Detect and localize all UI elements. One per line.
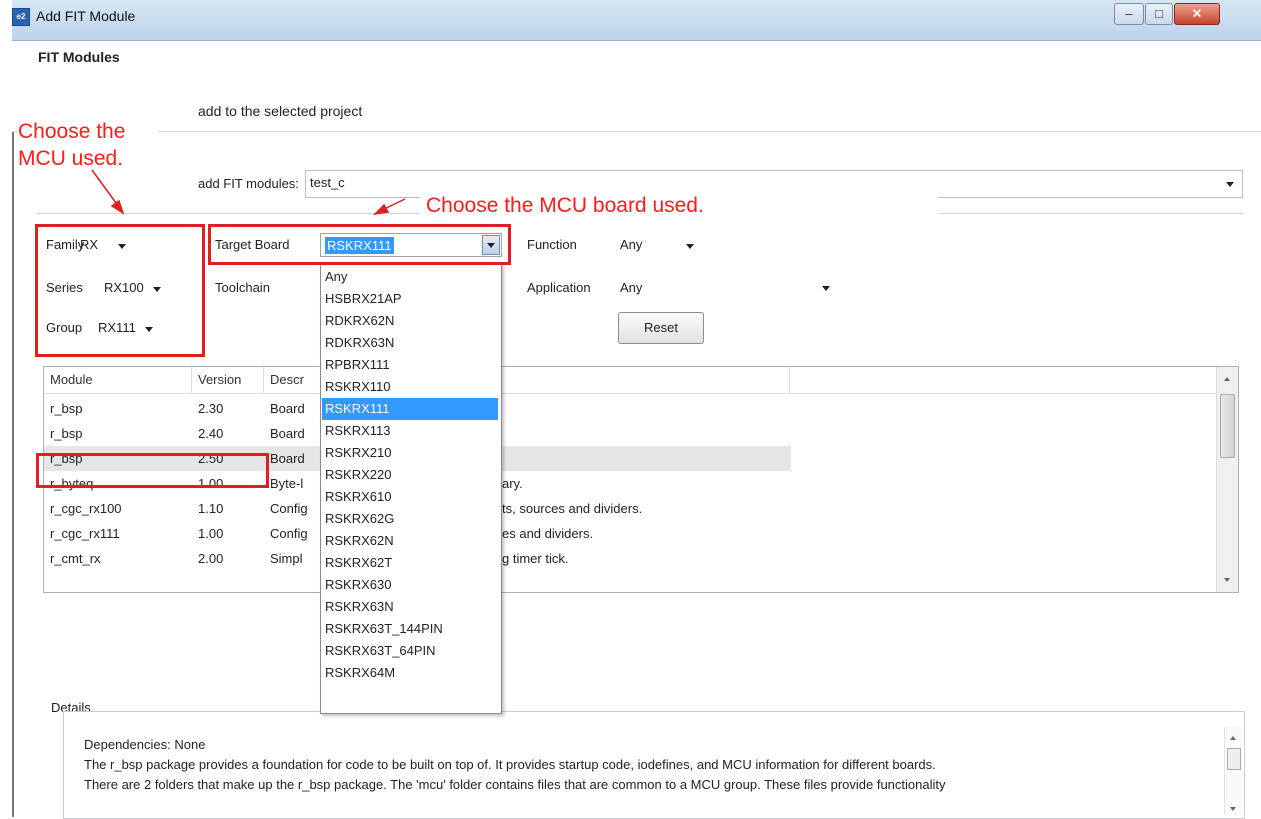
arrow-to-mcu — [91, 169, 125, 215]
arrow-to-board — [372, 198, 406, 216]
annotation-arrows — [91, 169, 406, 216]
